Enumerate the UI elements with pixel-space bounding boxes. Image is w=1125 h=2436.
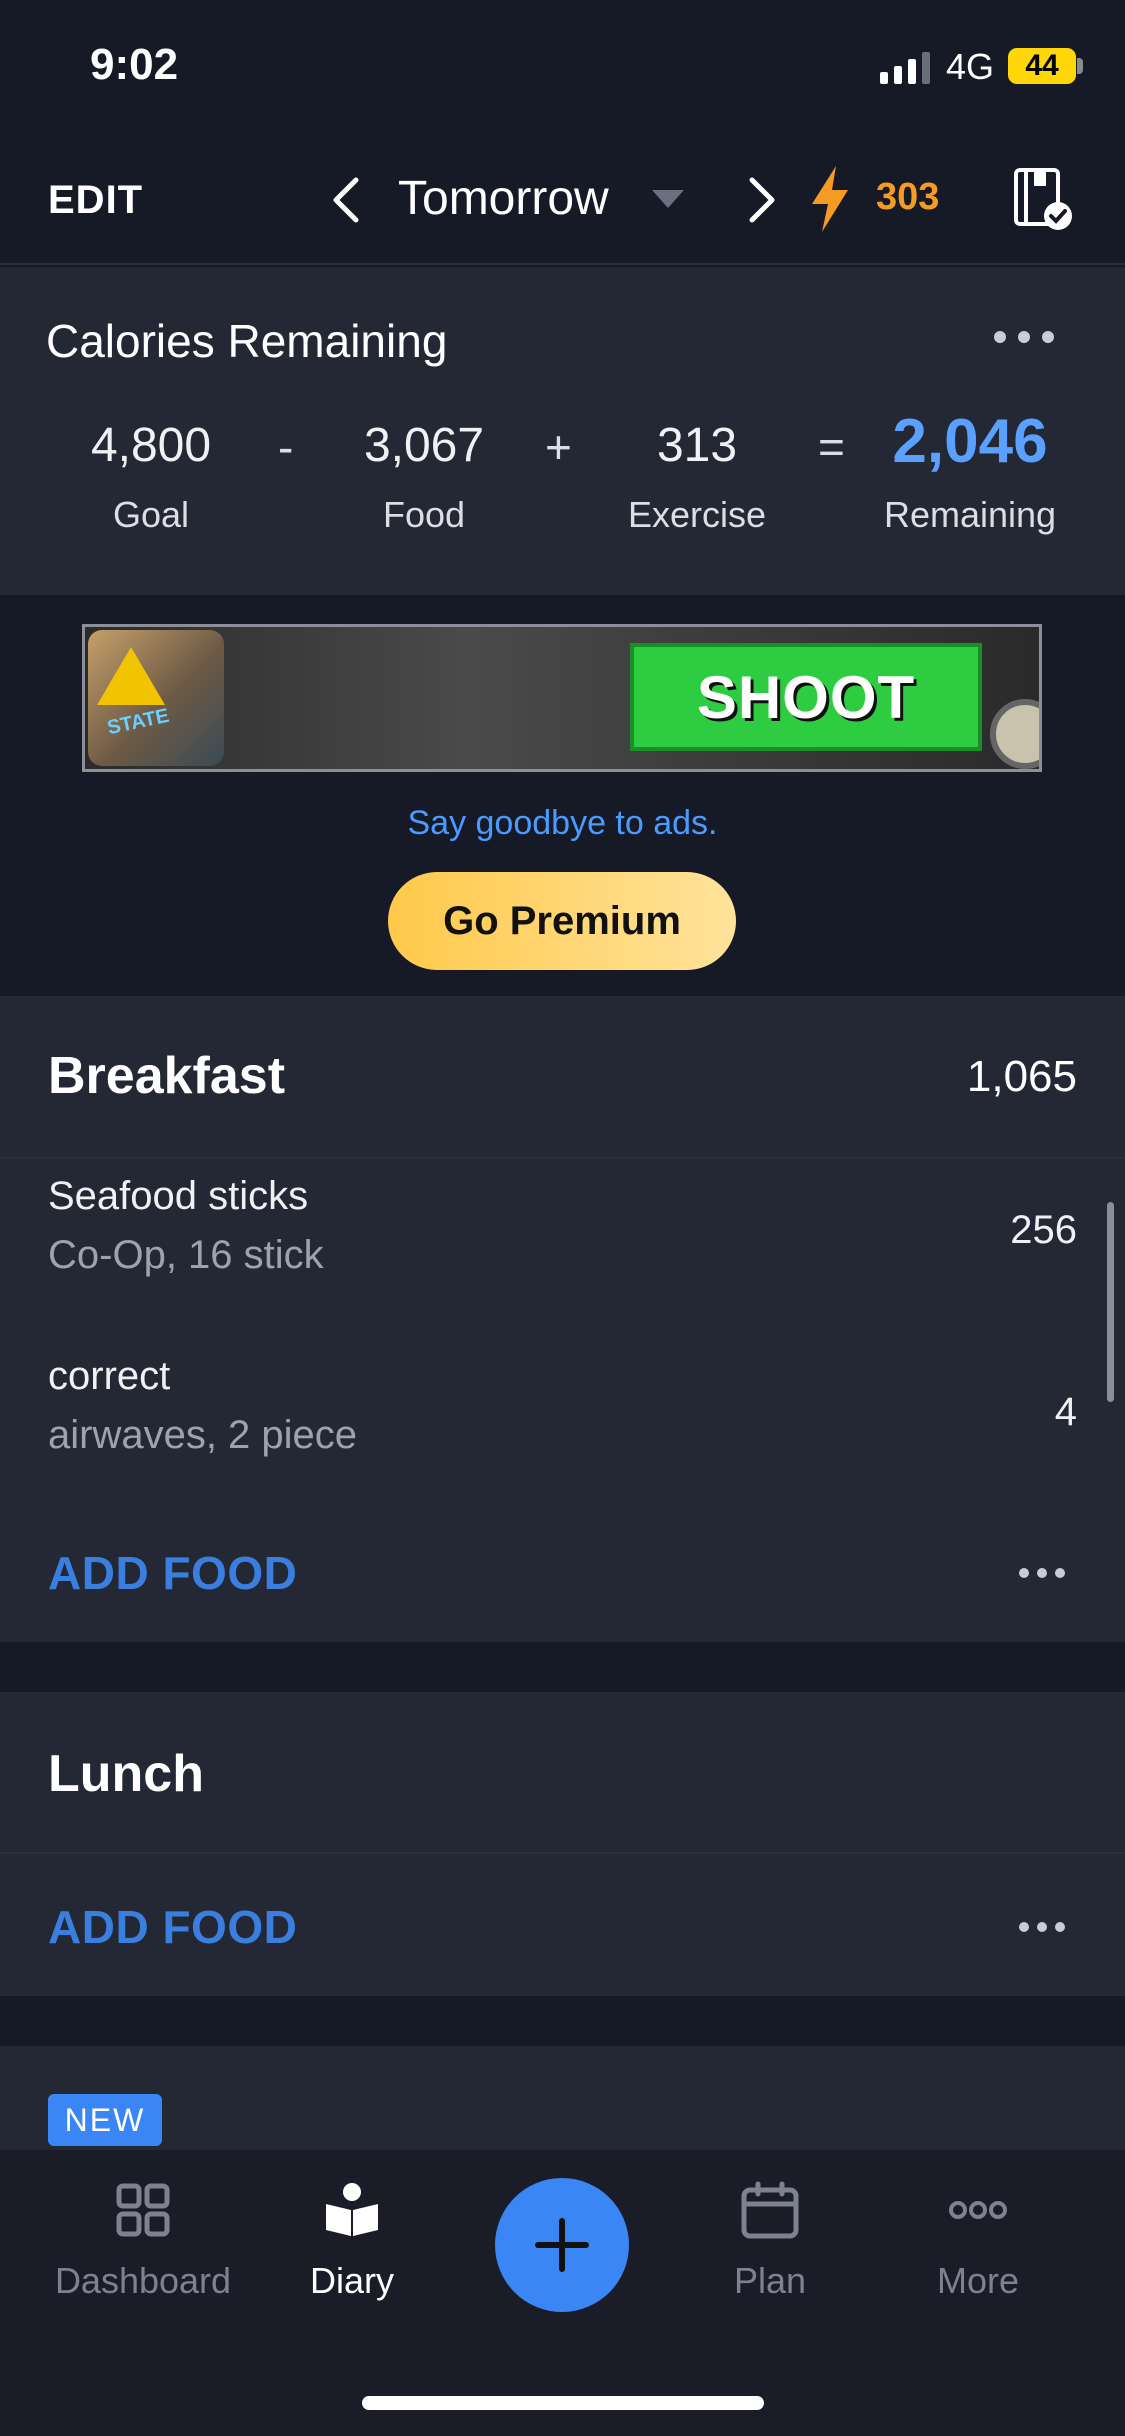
- caret-down-icon[interactable]: [652, 190, 684, 208]
- calendar-icon: [741, 2181, 799, 2239]
- next-section: [0, 2046, 1125, 2156]
- add-food-lunch-button[interactable]: ADD FOOD: [48, 1900, 297, 1954]
- goal-label: Goal: [112, 494, 190, 535]
- scrollbar[interactable]: [1107, 1202, 1114, 1402]
- food-label: Food: [382, 494, 466, 535]
- tab-plan[interactable]: Plan: [670, 2180, 870, 2302]
- food-item-calories[interactable]: 4: [1055, 1390, 1077, 1435]
- tab-diary[interactable]: Diary: [252, 2180, 452, 2302]
- equals-operator: =: [818, 421, 845, 473]
- breakfast-total: 1,065: [966, 1052, 1077, 1101]
- tab-label: More: [936, 2260, 1020, 2301]
- calories-title: Calories Remaining: [46, 315, 448, 367]
- ad-banner[interactable]: STATE SHOOT: [82, 624, 1042, 772]
- signal-strength-icon: [880, 50, 930, 84]
- food-item-calories[interactable]: 256: [1010, 1208, 1077, 1253]
- tab-more[interactable]: More: [878, 2180, 1078, 2302]
- battery-cap: [1077, 58, 1083, 74]
- food-item-detail[interactable]: Co-Op, 16 stick: [48, 1233, 324, 1278]
- battery-level: 44: [1025, 49, 1059, 82]
- remaining-value: 2,046: [892, 407, 1048, 476]
- minus-operator: -: [278, 421, 294, 473]
- breakfast-title: Breakfast: [48, 1047, 286, 1105]
- exercise-value: 313: [656, 419, 738, 472]
- streak-count[interactable]: 303: [876, 176, 939, 219]
- new-badge: NEW: [48, 2094, 162, 2146]
- food-item-name[interactable]: correct: [48, 1354, 170, 1399]
- plus-icon: [535, 2218, 589, 2272]
- battery-icon: 44: [1008, 48, 1076, 84]
- tab-label: Dashboard: [54, 2260, 232, 2301]
- more-dots-icon: [949, 2201, 1007, 2219]
- ad-watch-image: [990, 699, 1039, 769]
- exercise-label: Exercise: [627, 494, 767, 535]
- lunch-title: Lunch: [48, 1745, 204, 1803]
- dashboard-grid-icon: [116, 2183, 170, 2237]
- biohazard-icon: [97, 647, 165, 705]
- add-food-breakfast-button[interactable]: ADD FOOD: [48, 1546, 297, 1600]
- lunch-more-icon[interactable]: [1019, 1922, 1065, 1932]
- network-type: 4G: [946, 46, 995, 87]
- food-value: 3,067: [363, 419, 485, 472]
- calories-more-icon[interactable]: [994, 331, 1054, 343]
- food-item-name[interactable]: Seafood sticks: [48, 1174, 308, 1219]
- food-journal-check-icon[interactable]: [1012, 166, 1074, 232]
- divider: [0, 1157, 1125, 1159]
- divider: [0, 1852, 1125, 1854]
- goal-value: 4,800: [90, 419, 212, 472]
- diary-book-icon: [326, 2183, 378, 2236]
- home-indicator[interactable]: [362, 2396, 764, 2410]
- edit-button[interactable]: EDIT: [48, 178, 143, 223]
- chevron-right-icon[interactable]: [736, 172, 786, 228]
- ad-shoot-button[interactable]: SHOOT: [630, 643, 982, 751]
- date-selector[interactable]: Tomorrow: [398, 171, 609, 226]
- breakfast-more-icon[interactable]: [1019, 1568, 1065, 1578]
- remove-ads-link[interactable]: Say goodbye to ads.: [0, 804, 1125, 843]
- chevron-left-icon[interactable]: [322, 172, 372, 228]
- tab-label: Plan: [733, 2260, 807, 2301]
- tab-label: Diary: [309, 2260, 394, 2301]
- go-premium-button[interactable]: Go Premium: [388, 872, 736, 970]
- status-time: 9:02: [90, 40, 179, 89]
- lightning-bolt-icon[interactable]: [806, 164, 852, 234]
- food-item-detail[interactable]: airwaves, 2 piece: [48, 1413, 357, 1458]
- add-fab-button[interactable]: [495, 2178, 629, 2312]
- tab-dashboard[interactable]: Dashboard: [43, 2180, 243, 2302]
- plus-operator: +: [545, 421, 572, 473]
- remaining-label: Remaining: [883, 494, 1057, 535]
